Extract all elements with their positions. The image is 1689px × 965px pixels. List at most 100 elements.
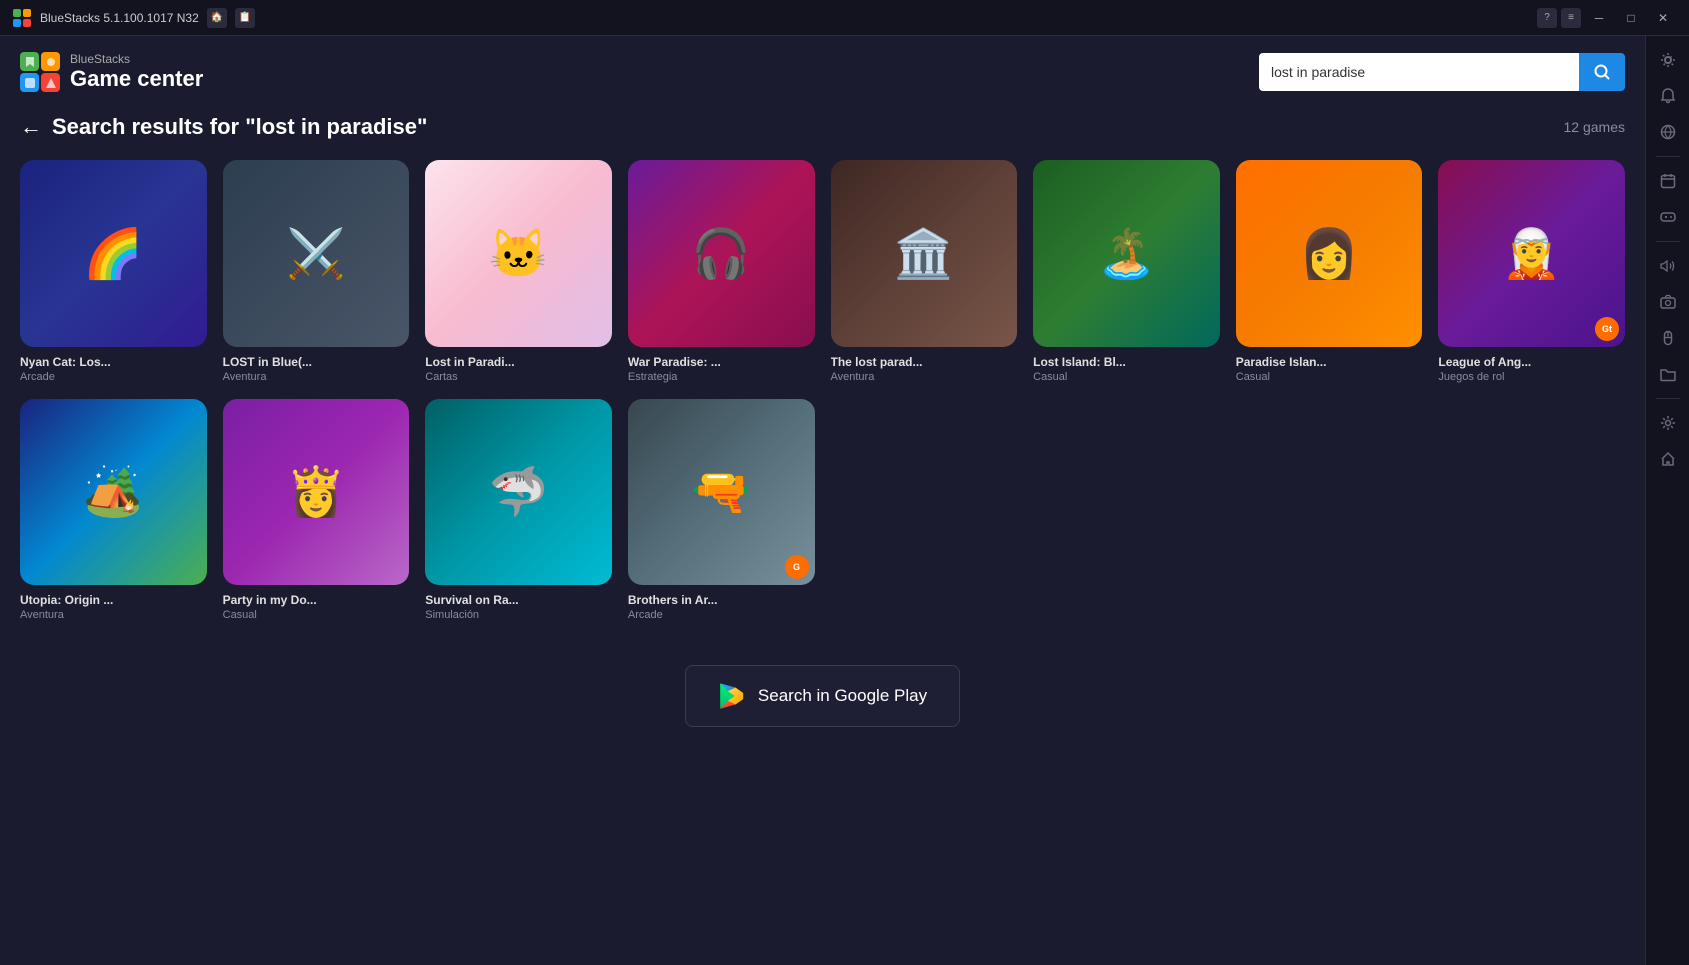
game-thumb-lost-in-paradi: 🐱 [425,160,612,347]
game-title-lost-in-blue: LOST in Blue(... [223,355,410,369]
results-header: ← Search results for "lost in paradise" … [20,104,1625,160]
game-card-paradise-islan[interactable]: 👩 Paradise Islan... Casual [1236,160,1423,383]
google-play-icon [718,682,746,710]
back-arrow-icon: ← [20,114,42,140]
logo-cell-green [20,52,39,71]
game-thumb-utopia: 🏕️ [20,399,207,586]
sidebar-icon-globe[interactable] [1652,116,1684,148]
sidebar-icon-settings[interactable] [1652,44,1684,76]
game-card-the-lost-parad[interactable]: 🏛️ The lost parad... Aventura [831,160,1018,383]
game-title-nyan-cat: Nyan Cat: Los... [20,355,207,369]
logo-cell-blue [20,73,39,92]
back-button[interactable]: ← Search results for "lost in paradise" [20,114,427,140]
game-genre-brothers: Arcade [628,609,815,621]
search-bar [1259,53,1625,91]
sidebar-icon-notification[interactable] [1652,80,1684,112]
game-card-lost-in-blue[interactable]: ⚔️ LOST in Blue(... Aventura [223,160,410,383]
home-titlebar-icon[interactable]: 🏠 [207,8,227,28]
games-grid-row1: 🌈 Nyan Cat: Los... Arcade ⚔️ LOST in Blue(..… [20,160,1625,621]
main-layout: BlueStacks Game center ← Search results … [0,36,1689,965]
game-thumb-paradise-islan: 👩 [1236,160,1423,347]
sidebar-divider-1 [1656,156,1680,157]
game-thumb-raft: 🦈 [425,399,612,586]
game-title-lost-in-paradi: Lost in Paradi... [425,355,612,369]
game-card-lost-in-paradi[interactable]: 🐱 Lost in Paradi... Cartas [425,160,612,383]
game-title-league-ang: League of Ang... [1438,355,1625,369]
game-genre-raft: Simulación [425,609,612,621]
sidebar-icon-home[interactable] [1652,443,1684,475]
game-card-party[interactable]: 👸 Party in my Do... Casual [223,399,410,622]
sidebar-icon-camera[interactable] [1652,286,1684,318]
bluestacks-logo [20,52,60,92]
google-play-section: Search in Google Play [20,645,1625,767]
title-bar: BlueStacks 5.1.100.1017 N32 🏠 📋 ? ≡ ─ □ … [0,0,1689,36]
bluestacks-logo-small [12,8,32,28]
google-play-label: Search in Google Play [758,686,927,706]
game-thumb-brothers: 🔫G [628,399,815,586]
logo-text: BlueStacks Game center [70,52,203,92]
game-title-raft: Survival on Ra... [425,593,612,607]
product-label: Game center [70,66,203,92]
help-icon[interactable]: ? [1537,8,1557,28]
window-controls: ? ≡ ─ □ ✕ [1537,8,1677,28]
title-bar-left: BlueStacks 5.1.100.1017 N32 🏠 📋 [12,8,255,28]
game-genre-paradise-islan: Casual [1236,371,1423,383]
results-count: 12 games [1564,119,1625,135]
game-thumb-war-paradise: 🎧 [628,160,815,347]
game-card-raft[interactable]: 🦈 Survival on Ra... Simulación [425,399,612,622]
game-genre-lost-in-paradi: Cartas [425,371,612,383]
game-title-party: Party in my Do... [223,593,410,607]
search-input[interactable] [1259,53,1579,91]
results-title: Search results for "lost in paradise" [52,114,427,140]
logo-cell-orange [41,52,60,71]
game-genre-party: Casual [223,609,410,621]
game-card-brothers[interactable]: 🔫GBrothers in Ar...Arcade [628,399,815,622]
game-card-war-paradise[interactable]: 🎧 War Paradise: ... Estrategia [628,160,815,383]
clip-titlebar-icon[interactable]: 📋 [235,8,255,28]
header: BlueStacks Game center [20,36,1625,104]
game-thumb-the-lost-parad: 🏛️ [831,160,1018,347]
minimize-button[interactable]: ─ [1585,8,1613,28]
game-card-lost-island[interactable]: 🏝️ Lost Island: Bl... Casual [1033,160,1220,383]
sidebar-divider-2 [1656,241,1680,242]
sidebar-icon-calendar[interactable] [1652,165,1684,197]
game-thumb-lost-island: 🏝️ [1033,160,1220,347]
game-thumb-party: 👸 [223,399,410,586]
header-left: BlueStacks Game center [20,52,203,92]
game-card-utopia[interactable]: 🏕️ Utopia: Origin ... Aventura [20,399,207,622]
sidebar-icon-folder[interactable] [1652,358,1684,390]
content-area: BlueStacks Game center ← Search results … [0,36,1645,965]
maximize-button[interactable]: □ [1617,8,1645,28]
sidebar-icon-volume[interactable] [1652,250,1684,282]
game-genre-lost-island: Casual [1033,371,1220,383]
app-version-label: BlueStacks 5.1.100.1017 N32 [40,11,199,25]
sidebar-icon-gamepad[interactable] [1652,201,1684,233]
game-genre-league-ang: Juegos de rol [1438,371,1625,383]
game-genre-utopia: Aventura [20,609,207,621]
sidebar-icon-mouse[interactable] [1652,322,1684,354]
game-card-nyan-cat[interactable]: 🌈 Nyan Cat: Los... Arcade [20,160,207,383]
game-genre-nyan-cat: Arcade [20,371,207,383]
game-thumb-nyan-cat: 🌈 [20,160,207,347]
game-title-paradise-islan: Paradise Islan... [1236,355,1423,369]
game-genre-war-paradise: Estrategia [628,371,815,383]
game-title-war-paradise: War Paradise: ... [628,355,815,369]
game-genre-lost-in-blue: Aventura [223,371,410,383]
game-genre-the-lost-parad: Aventura [831,371,1018,383]
menu-icon[interactable]: ≡ [1561,8,1581,28]
game-title-lost-island: Lost Island: Bl... [1033,355,1220,369]
brand-label: BlueStacks [70,52,203,66]
game-badge-league-ang: Gt [1595,317,1619,341]
sidebar-icon-config[interactable] [1652,407,1684,439]
logo-block: BlueStacks Game center [20,52,203,92]
logo-cell-red [41,73,60,92]
sidebar-divider-3 [1656,398,1680,399]
game-title-utopia: Utopia: Origin ... [20,593,207,607]
game-title-the-lost-parad: The lost parad... [831,355,1018,369]
close-button[interactable]: ✕ [1649,8,1677,28]
game-card-league-ang[interactable]: 🧝GtLeague of Ang...Juegos de rol [1438,160,1625,383]
google-play-button[interactable]: Search in Google Play [685,665,960,727]
search-button[interactable] [1579,53,1625,91]
game-badge-brothers: G [785,555,809,579]
game-thumb-lost-in-blue: ⚔️ [223,160,410,347]
